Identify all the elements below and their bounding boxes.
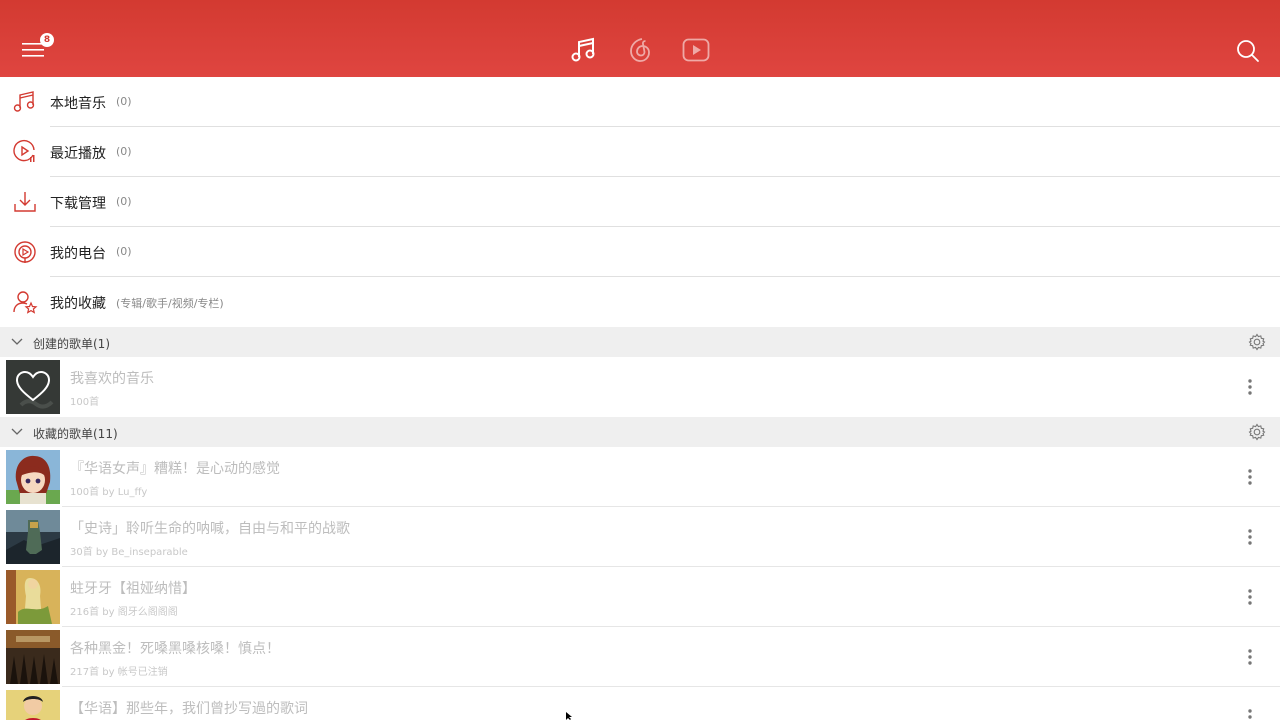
gear-icon[interactable] [1248, 423, 1266, 441]
entry-label: 我的收藏 [50, 296, 106, 312]
playlist-cover [6, 690, 60, 720]
mouse-cursor-icon [566, 712, 572, 720]
entry-count: (0) [116, 145, 132, 158]
section-label: 收藏的歌单(11) [33, 427, 118, 441]
entry-label: 下载管理 [50, 196, 106, 212]
playlist-subtitle: 216首 by 阁牙么阁阁阁 [70, 607, 178, 618]
entry-count: (专辑/歌手/视频/专栏) [116, 297, 224, 310]
metal-band-cover-image [6, 630, 60, 684]
video-play-icon [682, 38, 710, 62]
gear-icon[interactable] [1248, 333, 1266, 351]
playlist-subtitle: 217首 by 帐号已注销 [70, 667, 168, 678]
playlist-subtitle: 100首 [70, 397, 100, 408]
playlist-title: 「史诗」聆听生命的呐喊，自由与和平的战歌 [70, 521, 350, 537]
entry-recent-play[interactable]: 最近播放 (0) [0, 127, 1280, 177]
playlist-cover [6, 570, 60, 624]
chevron-down-icon [11, 338, 23, 345]
playlist-cover [6, 360, 60, 414]
tab-music[interactable] [570, 36, 598, 64]
notification-badge: 8 [40, 33, 54, 47]
radio-icon [14, 241, 36, 263]
playlist-subtitle: 30首 by Be_inseparable [70, 547, 188, 558]
playlist-item[interactable]: 「史诗」聆听生命的呐喊，自由与和平的战歌 30首 by Be_inseparab… [0, 507, 1280, 567]
download-icon [14, 192, 36, 212]
epic-soldier-cover-image [6, 510, 60, 564]
entry-local-music[interactable]: 本地音乐 (0) [0, 77, 1280, 127]
playlist-item-liked[interactable]: 我喜欢的音乐 100首 [0, 357, 1280, 417]
more-options-icon[interactable] [1242, 647, 1258, 667]
playlist-item[interactable]: 【华语】那些年，我们曾抄写過的歌词 [0, 687, 1280, 720]
section-created-playlists[interactable]: 创建的歌单(1) [0, 327, 1280, 357]
music-note-icon [13, 91, 35, 112]
singer-cover-image [6, 690, 60, 720]
playlist-item[interactable]: 『华语女声』糟糕！是心动的感觉 100首 by Lu_ffy [0, 447, 1280, 507]
playlist-title: 各种黑金！死嗓黑嗓核嗓！慎点！ [70, 641, 280, 657]
chevron-down-icon [11, 428, 23, 435]
playlist-title: 蛀牙牙【祖娅纳惜】 [70, 581, 196, 597]
more-options-icon[interactable] [1242, 527, 1258, 547]
entry-label: 本地音乐 [50, 96, 106, 112]
favorite-user-icon [13, 291, 38, 314]
entry-label: 最近播放 [50, 146, 106, 162]
playlist-item[interactable]: 各种黑金！死嗓黑嗓核嗓！慎点！ 217首 by 帐号已注销 [0, 627, 1280, 687]
more-options-icon[interactable] [1242, 587, 1258, 607]
playlist-subtitle: 100首 by Lu_ffy [70, 487, 148, 498]
playlist-title: 『华语女声』糟糕！是心动的感觉 [70, 461, 280, 477]
playlist-cover [6, 450, 60, 504]
playlist-title: 我喜欢的音乐 [70, 371, 154, 387]
entry-count: (0) [116, 95, 132, 108]
entry-count: (0) [116, 245, 132, 258]
section-collected-playlists[interactable]: 收藏的歌单(11) [0, 417, 1280, 447]
anime-girl-cover-image [6, 450, 60, 504]
heart-icon [6, 360, 60, 414]
search-icon [1237, 40, 1259, 62]
more-options-icon[interactable] [1242, 377, 1258, 397]
section-label: 创建的歌单(1) [33, 337, 110, 351]
tab-video[interactable] [682, 36, 710, 64]
search-button[interactable] [1236, 39, 1260, 63]
entry-count: (0) [116, 195, 132, 208]
menu-button[interactable]: 8 [18, 33, 54, 66]
tab-discover[interactable] [626, 36, 654, 64]
playlist-cover [6, 630, 60, 684]
playlist-cover [6, 510, 60, 564]
netease-cloud-icon [630, 38, 650, 62]
painting-cover-image [6, 570, 60, 624]
recent-play-icon [13, 139, 35, 162]
entry-my-radio[interactable]: 我的电台 (0) [0, 227, 1280, 277]
entry-label: 我的电台 [50, 246, 106, 262]
playlist-title: 【华语】那些年，我们曾抄写過的歌词 [70, 701, 308, 717]
more-options-icon[interactable] [1242, 707, 1258, 720]
playlist-item[interactable]: 蛀牙牙【祖娅纳惜】 216首 by 阁牙么阁阁阁 [0, 567, 1280, 627]
top-bar: 8 [0, 0, 1280, 77]
music-note-icon [571, 37, 595, 62]
entry-my-favorites[interactable]: 我的收藏 (专辑/歌手/视频/专栏) [0, 277, 1280, 327]
entry-download-manager[interactable]: 下载管理 (0) [0, 177, 1280, 227]
more-options-icon[interactable] [1242, 467, 1258, 487]
